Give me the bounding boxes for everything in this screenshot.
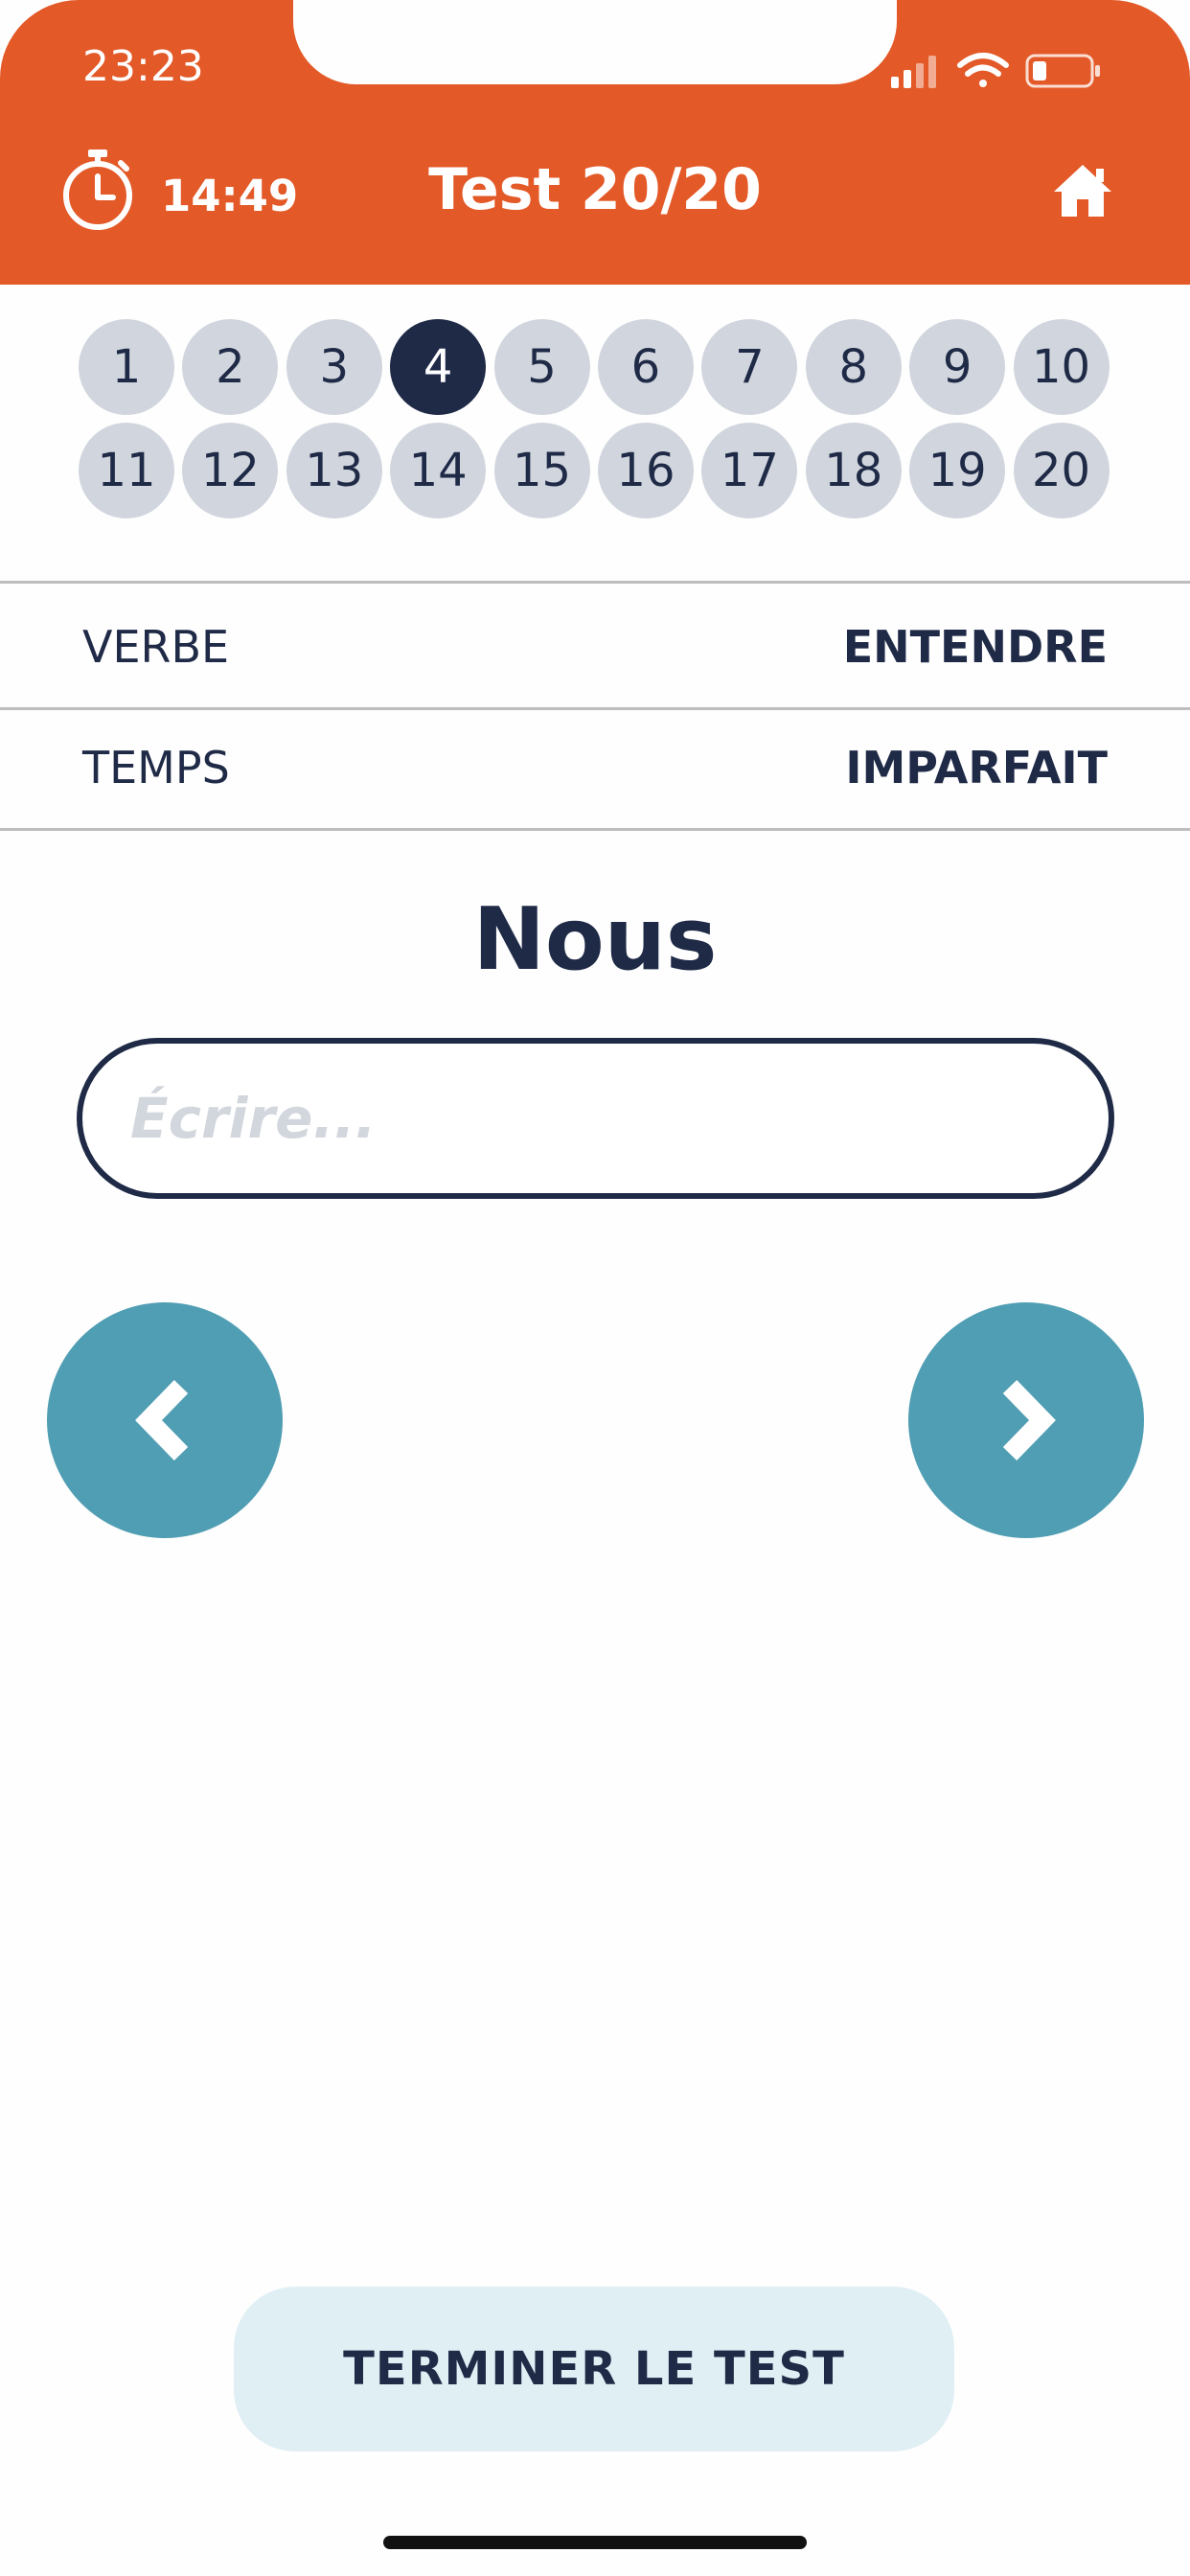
- question-number-15[interactable]: 15: [493, 423, 590, 518]
- question-number-8[interactable]: 8: [805, 319, 902, 415]
- chevron-right-icon: [1002, 1380, 1056, 1460]
- status-icons: [891, 53, 1100, 88]
- question-number-12[interactable]: 12: [182, 423, 279, 518]
- question-number-20[interactable]: 20: [1013, 423, 1110, 518]
- verb-label: VERBE: [82, 621, 230, 673]
- tense-value: IMPARFAIT: [845, 742, 1108, 794]
- question-number-13[interactable]: 13: [286, 423, 382, 518]
- question-number-9[interactable]: 9: [909, 319, 1006, 415]
- test-title: Test 20/20: [428, 156, 762, 223]
- question-number-19[interactable]: 19: [909, 423, 1006, 518]
- chevron-left-icon: [135, 1380, 189, 1460]
- divider: [0, 581, 1190, 584]
- battery-icon: [1025, 54, 1100, 88]
- question-number-7[interactable]: 7: [701, 319, 798, 415]
- previous-button[interactable]: [47, 1302, 283, 1538]
- wifi-icon: [957, 53, 1009, 87]
- question-number-1[interactable]: 1: [79, 319, 174, 415]
- finish-test-button[interactable]: TERMINER LE TEST: [234, 2287, 954, 2451]
- next-button[interactable]: [908, 1302, 1144, 1538]
- status-time: 23:23: [82, 42, 204, 91]
- device-notch: [293, 0, 897, 84]
- question-number-3[interactable]: 3: [286, 319, 382, 415]
- tense-label: TEMPS: [82, 742, 230, 794]
- divider: [0, 828, 1190, 831]
- home-indicator: [383, 2536, 807, 2549]
- question-number-14[interactable]: 14: [390, 423, 487, 518]
- question-number-5[interactable]: 5: [493, 319, 590, 415]
- question-number-6[interactable]: 6: [597, 319, 694, 415]
- home-icon[interactable]: [1052, 161, 1113, 218]
- verb-value: ENTENDRE: [842, 621, 1108, 673]
- question-number-4[interactable]: 4: [390, 319, 487, 415]
- pronoun: Nous: [472, 889, 718, 990]
- question-number-10[interactable]: 10: [1013, 319, 1110, 415]
- question-number-18[interactable]: 18: [805, 423, 902, 518]
- question-number-2[interactable]: 2: [182, 319, 279, 415]
- signal-icon: [891, 56, 936, 88]
- question-grid: 1 2 3 4 5 6 7 8 9 10 11 12 13 14 15 16 17 18 19 20: [79, 319, 1133, 518]
- question-number-16[interactable]: 16: [597, 423, 694, 518]
- question-number-17[interactable]: 17: [701, 423, 798, 518]
- answer-input[interactable]: [77, 1038, 1114, 1199]
- question-number-11[interactable]: 11: [79, 423, 174, 518]
- divider: [0, 707, 1190, 710]
